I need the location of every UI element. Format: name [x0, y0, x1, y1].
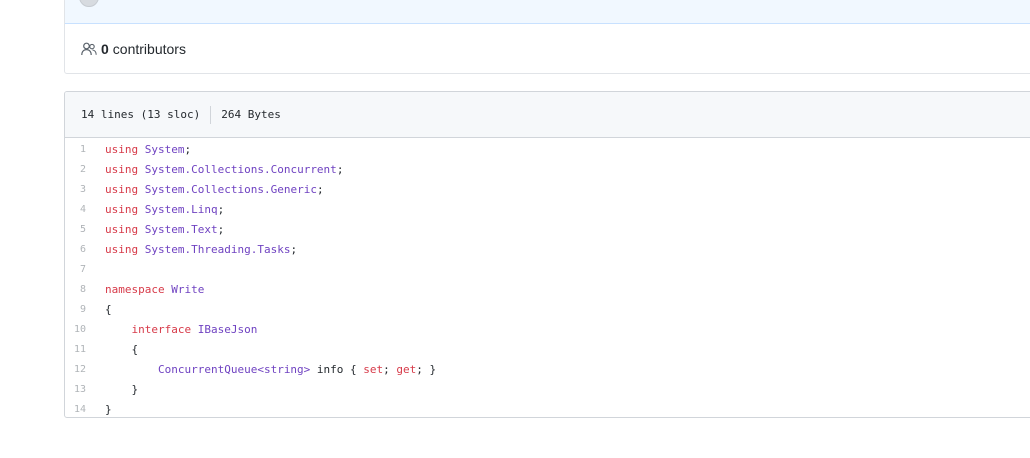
line-number[interactable]: 2: [65, 164, 105, 175]
line-number[interactable]: 11: [65, 344, 105, 355]
code-keyword: using: [105, 162, 139, 176]
line-code: {: [105, 303, 112, 316]
code-text: ;: [217, 202, 225, 216]
line-number[interactable]: 9: [65, 304, 105, 315]
code-entity: System.Collections.Generic: [144, 182, 317, 196]
code-text: info {: [310, 362, 364, 376]
contributors-row[interactable]: 0 contributors: [65, 24, 1030, 73]
file-header: 14 lines (13 sloc) 264 Bytes: [65, 92, 1030, 138]
line-number[interactable]: 6: [65, 244, 105, 255]
people-icon: [81, 42, 97, 56]
latest-commit-strip: [65, 0, 1030, 24]
code-keyword: using: [105, 202, 139, 216]
code-keyword: interface: [131, 322, 192, 336]
contributors-count: 0: [101, 41, 109, 57]
file-info-divider: [210, 105, 212, 124]
line-code: }: [105, 383, 138, 396]
code-line: 13 }: [65, 379, 1030, 399]
code-keyword: using: [105, 222, 139, 236]
code-keyword: get: [396, 362, 417, 376]
code-entity: Write: [171, 282, 205, 296]
line-number[interactable]: 4: [65, 204, 105, 215]
line-code: using System.Text;: [105, 223, 224, 236]
code-text: {: [105, 342, 139, 356]
code-keyword: using: [105, 182, 139, 196]
code-keyword: namespace: [105, 282, 165, 296]
commit-message-fragment: [113, 0, 313, 3]
code-text: ;: [316, 182, 324, 196]
code-text: {: [105, 302, 112, 316]
file-size: 264 Bytes: [221, 108, 281, 121]
line-code: using System.Threading.Tasks;: [105, 243, 297, 256]
line-code: using System;: [105, 143, 191, 156]
code-line: 14}: [65, 399, 1030, 417]
code-keyword: set: [363, 362, 384, 376]
code-text: ; }: [416, 362, 437, 376]
line-code: interface IBaseJson: [105, 322, 258, 336]
code-line: 12 ConcurrentQueue<string> info { set; g…: [65, 359, 1030, 379]
code-line: 2 using System.Collections.Concurrent;: [65, 159, 1030, 179]
code-entity: ConcurrentQueue<string>: [157, 362, 311, 376]
code-line: 9{: [65, 299, 1030, 319]
line-code: namespace Write: [105, 283, 204, 296]
code-line: 5 using System.Text;: [65, 219, 1030, 239]
code-line: 4 using System.Linq;: [65, 199, 1030, 219]
line-code: using System.Linq;: [105, 203, 224, 216]
line-number[interactable]: 8: [65, 284, 105, 295]
line-number[interactable]: 5: [65, 224, 105, 235]
line-number[interactable]: 1: [65, 144, 105, 155]
code-line: 1 using System;: [65, 139, 1030, 159]
code-text: ;: [336, 162, 344, 176]
code-line: 11 {: [65, 339, 1030, 359]
file-viewer: 14 lines (13 sloc) 264 Bytes 1 using Syst…: [64, 91, 1030, 418]
line-code: ConcurrentQueue<string> info { set; get;…: [105, 363, 436, 376]
line-code: }: [105, 403, 112, 416]
code-keyword: using: [105, 142, 139, 156]
line-number[interactable]: 14: [65, 404, 105, 415]
line-number[interactable]: 12: [65, 364, 105, 375]
code-keyword: using: [105, 242, 139, 256]
avatar[interactable]: [79, 0, 99, 7]
code-entity: System.Text: [144, 222, 218, 236]
code-entity: IBaseJson: [197, 322, 258, 336]
file-lines-info: 14 lines (13 sloc): [81, 108, 201, 121]
line-code: using System.Collections.Concurrent;: [105, 163, 343, 176]
page: 0 contributors 14 lines (13 sloc) 264 By…: [0, 0, 1030, 458]
code-line: 8 namespace Write: [65, 279, 1030, 299]
line-number[interactable]: 3: [65, 184, 105, 195]
contributors-label: contributors: [112, 41, 186, 57]
code-line: 10 interface IBaseJson: [65, 319, 1030, 339]
code-text: }: [105, 382, 139, 396]
line-code: using System.Collections.Generic;: [105, 183, 324, 196]
line-code: {: [105, 343, 138, 356]
code-line: 7: [65, 259, 1030, 279]
code-line: 6 using System.Threading.Tasks;: [65, 239, 1030, 259]
contributors-box: 0 contributors: [64, 0, 1030, 74]
code-entity: System.Threading.Tasks: [144, 242, 291, 256]
code-text: }: [105, 402, 112, 416]
code-entity: System.Linq: [144, 202, 218, 216]
line-number[interactable]: 10: [65, 324, 105, 335]
code-entity: System: [144, 142, 185, 156]
line-number[interactable]: 7: [65, 264, 105, 275]
code-listing: 1 using System; 2 using System.Collections.…: [65, 138, 1030, 417]
line-number[interactable]: 13: [65, 384, 105, 395]
code-text: ;: [290, 242, 298, 256]
code-text: ;: [184, 142, 192, 156]
code-text: ;: [217, 222, 225, 236]
code-text: ;: [383, 362, 397, 376]
code-entity: System.Collections.Concurrent: [144, 162, 337, 176]
code-line: 3 using System.Collections.Generic;: [65, 179, 1030, 199]
